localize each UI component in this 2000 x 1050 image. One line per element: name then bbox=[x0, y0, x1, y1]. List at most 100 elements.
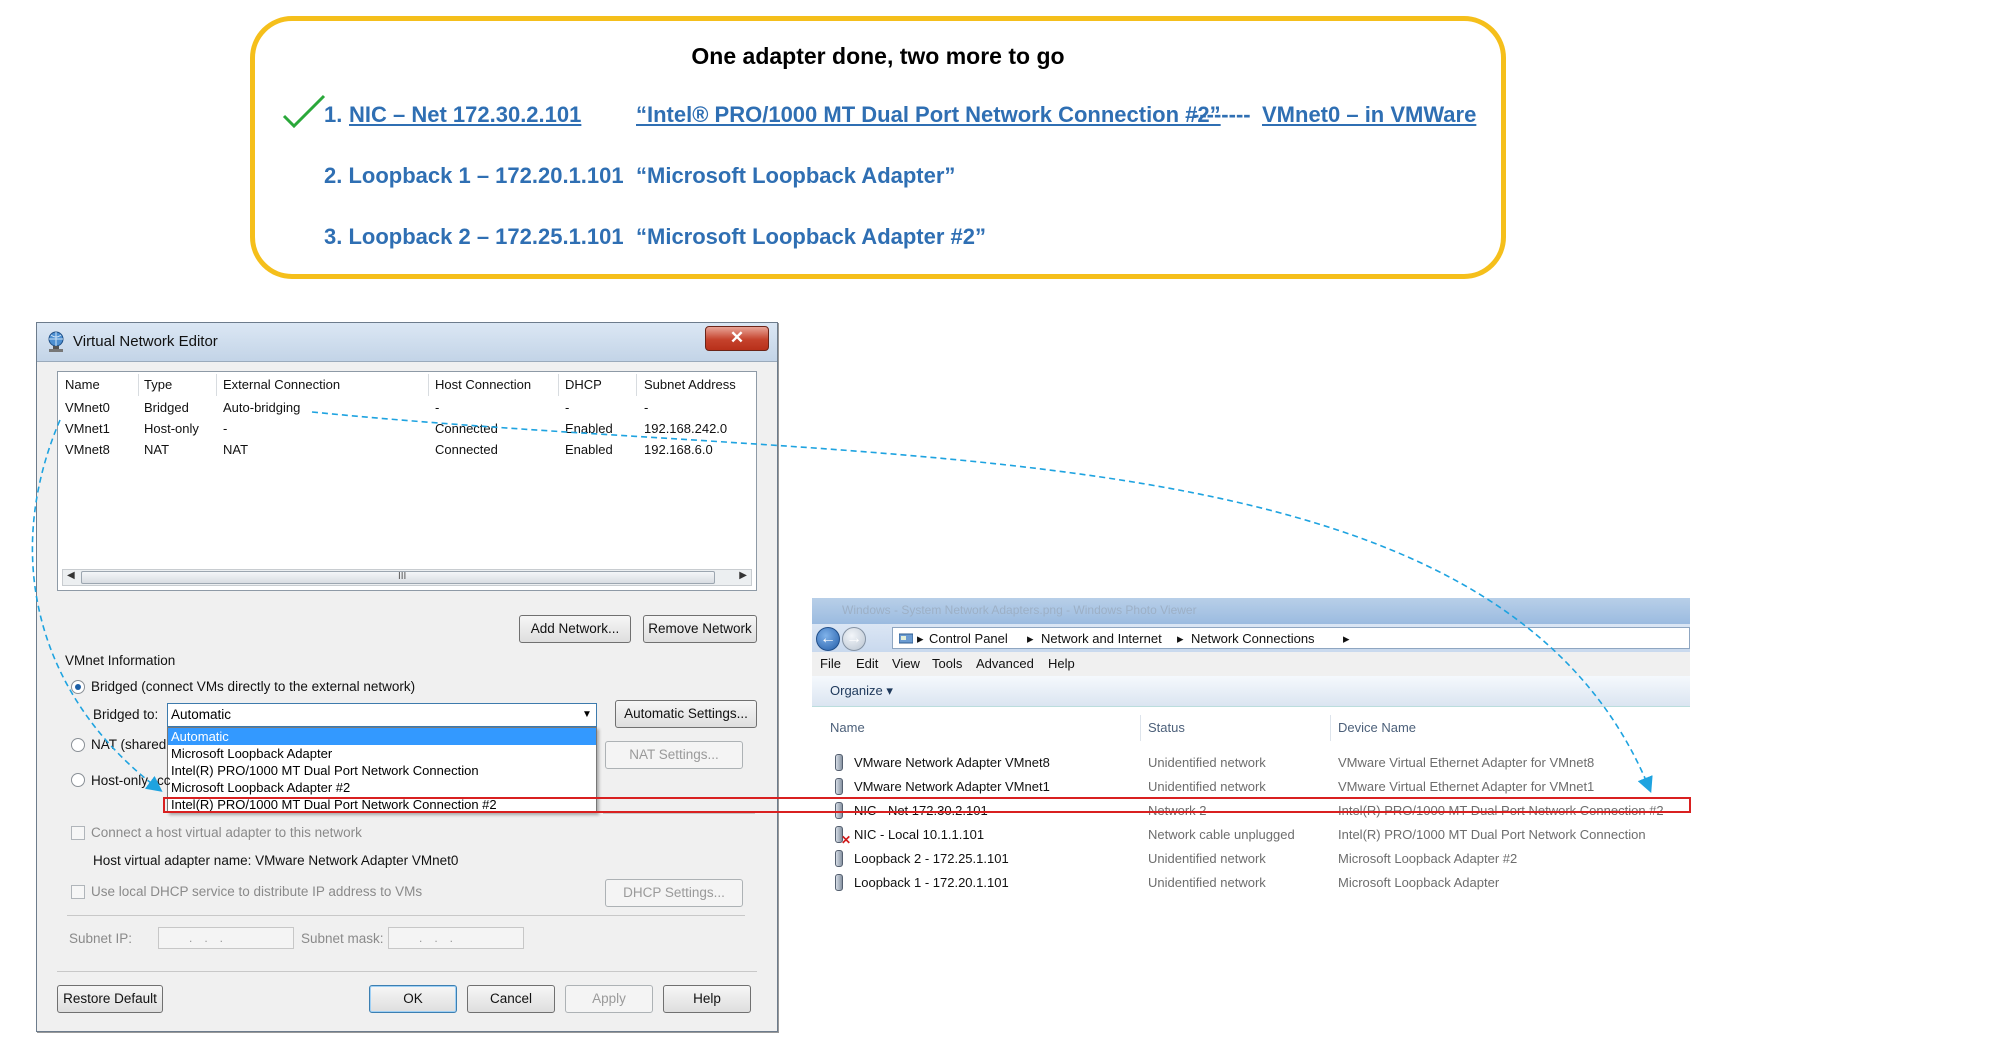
connection-name: Loopback 2 - 172.25.1.101 bbox=[854, 851, 1009, 866]
dropdown-option[interactable]: Intel(R) PRO/1000 MT Dual Port Network C… bbox=[168, 762, 596, 779]
apply-button[interactable]: Apply bbox=[565, 985, 653, 1013]
breadcrumb-control-panel[interactable]: Control Panel bbox=[929, 631, 1008, 646]
host-only-radio-label[interactable]: Host-only bbox=[91, 773, 148, 788]
breadcrumb-network-connections[interactable]: Network Connections bbox=[1191, 631, 1315, 646]
dropdown-option[interactable]: Microsoft Loopback Adapter #2 bbox=[168, 779, 596, 796]
connection-name: VMware Network Adapter VMnet1 bbox=[854, 779, 1050, 794]
col-header-name[interactable]: Name bbox=[65, 377, 100, 392]
restore-default-button[interactable]: Restore Default bbox=[57, 985, 163, 1013]
window-titlebar[interactable]: Windows - System Network Adapters.png - … bbox=[812, 598, 1690, 624]
menu-tools[interactable]: Tools bbox=[932, 656, 962, 671]
dropdown-option[interactable]: Microsoft Loopback Adapter bbox=[168, 745, 596, 762]
callout-line1-device[interactable]: “Intel® PRO/1000 MT Dual Port Network Co… bbox=[636, 102, 1221, 128]
list-item[interactable]: Loopback 2 - 172.25.1.101 Unidentified n… bbox=[812, 848, 1690, 870]
breadcrumb-network-internet[interactable]: Network and Internet bbox=[1041, 631, 1162, 646]
connection-status: Unidentified network bbox=[1148, 851, 1266, 866]
cell-host: Connected bbox=[435, 442, 498, 457]
organize-button[interactable]: Organize ▾ bbox=[830, 683, 893, 699]
checkmark-icon bbox=[282, 94, 326, 129]
connection-device: Microsoft Loopback Adapter #2 bbox=[1338, 851, 1518, 866]
menu-advanced[interactable]: Advanced bbox=[976, 656, 1034, 671]
col-header-device-name[interactable]: Device Name bbox=[1338, 720, 1416, 735]
breadcrumb-separator-icon: ▸ bbox=[1343, 631, 1350, 646]
automatic-settings-button[interactable]: Automatic Settings... bbox=[615, 700, 757, 728]
breadcrumb-separator-icon: ▸ bbox=[1027, 631, 1034, 646]
virtual-network-editor-dialog: Virtual Network Editor ✕ Name Type Exter… bbox=[36, 322, 778, 1032]
horizontal-scrollbar[interactable]: ◀ III ▶ bbox=[62, 569, 752, 586]
cell-external: Auto-bridging bbox=[223, 400, 301, 415]
nat-radio[interactable] bbox=[71, 738, 85, 752]
col-header-subnet-address[interactable]: Subnet Address bbox=[644, 377, 736, 392]
connection-status: Unidentified network bbox=[1148, 779, 1266, 794]
chevron-down-icon[interactable]: ▼ bbox=[578, 704, 596, 726]
menu-help[interactable]: Help bbox=[1048, 656, 1075, 671]
remove-network-button[interactable]: Remove Network bbox=[643, 615, 757, 643]
host-adapter-name: Host virtual adapter name: VMware Networ… bbox=[93, 853, 459, 868]
bridged-to-select[interactable]: Automatic ▼ bbox=[167, 703, 597, 727]
callout-line2-name: 2. Loopback 1 – 172.20.1.101 bbox=[324, 163, 624, 188]
bridged-radio-label[interactable]: Bridged (connect VMs directly to the ext… bbox=[91, 679, 415, 694]
list-item[interactable]: ✕ NIC - Local 10.1.1.101 Network cable u… bbox=[812, 824, 1690, 847]
dropdown-option[interactable]: Automatic bbox=[168, 728, 596, 745]
cell-external: - bbox=[223, 421, 228, 436]
connect-host-adapter-checkbox[interactable] bbox=[71, 826, 85, 840]
subnet-mask-field[interactable]: ... bbox=[388, 927, 524, 949]
callout-title: One adapter done, two more to go bbox=[691, 43, 1065, 69]
list-item[interactable]: VMware Network Adapter VMnet8 Unidentifi… bbox=[812, 752, 1690, 774]
connect-host-adapter-label[interactable]: Connect a host virtual adapter to this n… bbox=[91, 825, 362, 840]
scroll-left-icon[interactable]: ◀ bbox=[67, 570, 75, 581]
cell-subnet: 192.168.6.0 bbox=[644, 442, 713, 457]
list-item[interactable]: VMware Network Adapter VMnet1 Unidentifi… bbox=[812, 776, 1690, 798]
connection-device: Microsoft Loopback Adapter bbox=[1338, 875, 1500, 890]
cancel-button[interactable]: Cancel bbox=[467, 985, 555, 1013]
connection-name: NIC - Local 10.1.1.101 bbox=[854, 827, 985, 842]
dhcp-settings-button[interactable]: DHCP Settings... bbox=[605, 879, 743, 907]
subnet-mask-label: Subnet mask: bbox=[301, 931, 384, 946]
col-header-status[interactable]: Status bbox=[1148, 720, 1185, 735]
connection-device: Intel(R) PRO/1000 MT Dual Port Network C… bbox=[1338, 827, 1646, 842]
col-header-host-connection[interactable]: Host Connection bbox=[435, 377, 531, 392]
network-adapter-icon bbox=[835, 754, 843, 771]
host-only-radio[interactable] bbox=[71, 773, 85, 787]
nat-settings-button[interactable]: NAT Settings... bbox=[605, 741, 743, 769]
connection-status: Unidentified network bbox=[1148, 875, 1266, 890]
list-item[interactable]: Loopback 1 - 172.20.1.101 Unidentified n… bbox=[812, 872, 1690, 894]
ok-button[interactable]: OK bbox=[369, 985, 457, 1013]
forward-button[interactable]: → bbox=[842, 627, 866, 651]
address-bar[interactable]: ▸ Control Panel ▸ Network and Internet ▸… bbox=[892, 627, 1690, 649]
use-dhcp-checkbox[interactable] bbox=[71, 885, 85, 899]
col-header-type[interactable]: Type bbox=[144, 377, 172, 392]
nat-radio-label[interactable]: NAT (shared bbox=[91, 737, 166, 752]
dialog-titlebar[interactable]: Virtual Network Editor ✕ bbox=[37, 323, 777, 362]
back-button[interactable]: ← bbox=[816, 627, 840, 651]
vmnet-list[interactable]: Name Type External Connection Host Conne… bbox=[57, 371, 757, 591]
connection-name: Loopback 1 - 172.20.1.101 bbox=[854, 875, 1009, 890]
callout-line1-name[interactable]: NIC – Net 172.30.2.101 bbox=[349, 102, 581, 128]
address-bar-area: ← → ▸ Control Panel ▸ Network and Intern… bbox=[812, 624, 1690, 652]
use-dhcp-label[interactable]: Use local DHCP service to distribute IP … bbox=[91, 884, 422, 899]
menu-edit[interactable]: Edit bbox=[856, 656, 878, 671]
scroll-right-icon[interactable]: ▶ bbox=[739, 570, 747, 581]
scrollbar-thumb[interactable]: III bbox=[81, 571, 715, 584]
command-bar: Organize ▾ bbox=[812, 676, 1690, 707]
cell-dhcp: Enabled bbox=[565, 421, 613, 436]
bridged-radio[interactable] bbox=[71, 680, 85, 694]
help-button[interactable]: Help bbox=[663, 985, 751, 1013]
menu-view[interactable]: View bbox=[892, 656, 920, 671]
close-button[interactable]: ✕ bbox=[705, 326, 769, 351]
scroll-grip: III bbox=[398, 571, 407, 582]
cell-subnet: 192.168.242.0 bbox=[644, 421, 728, 436]
menu-bar: File Edit View Tools Advanced Help bbox=[812, 652, 1690, 677]
menu-file[interactable]: File bbox=[820, 656, 841, 671]
add-network-button[interactable]: Add Network... bbox=[519, 615, 631, 643]
col-header-external-connection[interactable]: External Connection bbox=[223, 377, 340, 392]
callout-line1-vmnet[interactable]: VMnet0 – in VMWare bbox=[1262, 102, 1476, 128]
callout-line2-device: “Microsoft Loopback Adapter” bbox=[636, 163, 956, 188]
breadcrumb-separator-icon: ▸ bbox=[917, 631, 924, 646]
subnet-ip-field[interactable]: ... bbox=[158, 927, 294, 949]
connection-name: VMware Network Adapter VMnet8 bbox=[854, 755, 1050, 770]
col-header-name[interactable]: Name bbox=[830, 720, 865, 735]
col-header-dhcp[interactable]: DHCP bbox=[565, 377, 602, 392]
connection-status: Unidentified network bbox=[1148, 755, 1266, 770]
network-adapter-icon bbox=[835, 874, 843, 891]
